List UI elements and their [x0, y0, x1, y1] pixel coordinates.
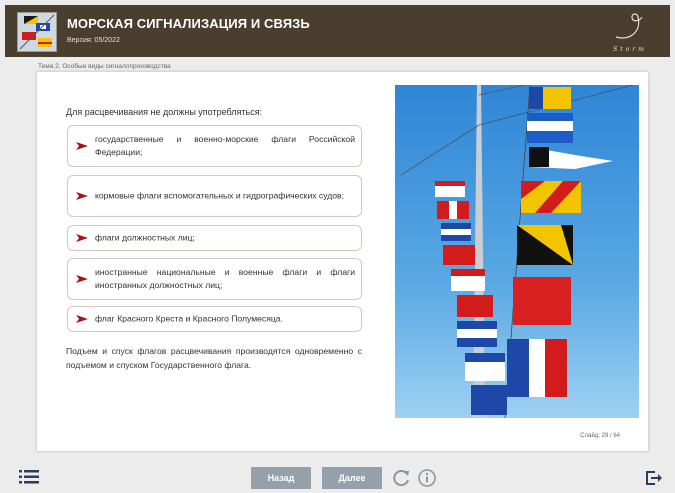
arrow-right-icon	[76, 142, 88, 150]
app-header: МОРСКАЯ СИГНАЛИЗАЦИЯ И СВЯЗЬ Версия: 05/…	[5, 5, 670, 57]
wave-logo-icon	[615, 13, 643, 39]
back-button[interactable]: Назад	[251, 467, 311, 489]
footer-text: Подъем и спуск флагов расцвечивания прои…	[66, 346, 362, 370]
arrow-right-icon	[76, 192, 88, 200]
brand-logo: Storm	[608, 11, 652, 53]
arrow-right-icon	[76, 234, 88, 242]
info-icon[interactable]	[417, 468, 437, 488]
brand-text: Storm	[613, 46, 647, 53]
list-item: кормовые флаги вспомогательных и гидрогр…	[67, 175, 362, 217]
arrow-right-icon	[76, 315, 88, 323]
list-item: государственные и военно-морские флаги Р…	[67, 125, 362, 167]
intro-text: Для расцвечивания не должны употреблятьс…	[66, 107, 263, 117]
arrow-right-icon	[76, 275, 88, 283]
list-item-text: флаг Красного Креста и Красного Полумеся…	[95, 313, 283, 324]
app-logo	[17, 12, 57, 52]
flags-photo	[395, 85, 639, 418]
exit-icon[interactable]	[645, 470, 663, 486]
list-item-text: государственные и военно-морские флаги Р…	[95, 134, 355, 157]
slide-counter: Слайд: 29 / 64	[580, 433, 620, 439]
list-item: флаги должностных лиц;	[67, 225, 362, 251]
list-item-text: флаги должностных лиц;	[95, 232, 195, 243]
slide-card: Для расцвечивания не должны употреблятьс…	[37, 72, 648, 451]
list-item: флаг Красного Креста и Красного Полумеся…	[67, 306, 362, 332]
app-title: МОРСКАЯ СИГНАЛИЗАЦИЯ И СВЯЗЬ	[67, 16, 310, 31]
breadcrumb: Тема 2. Особые виды сигналопроизводства	[38, 63, 171, 70]
list-item-text: иностранные национальные и военные флаги…	[95, 267, 355, 290]
list-item: иностранные национальные и военные флаги…	[67, 258, 362, 300]
list-item-text: кормовые флаги вспомогательных и гидрогр…	[95, 190, 344, 201]
app-version: Версия: 05/2022	[67, 37, 120, 44]
next-button[interactable]: Далее	[322, 467, 382, 489]
list-menu-icon[interactable]	[19, 470, 39, 484]
reload-icon[interactable]	[391, 468, 411, 488]
